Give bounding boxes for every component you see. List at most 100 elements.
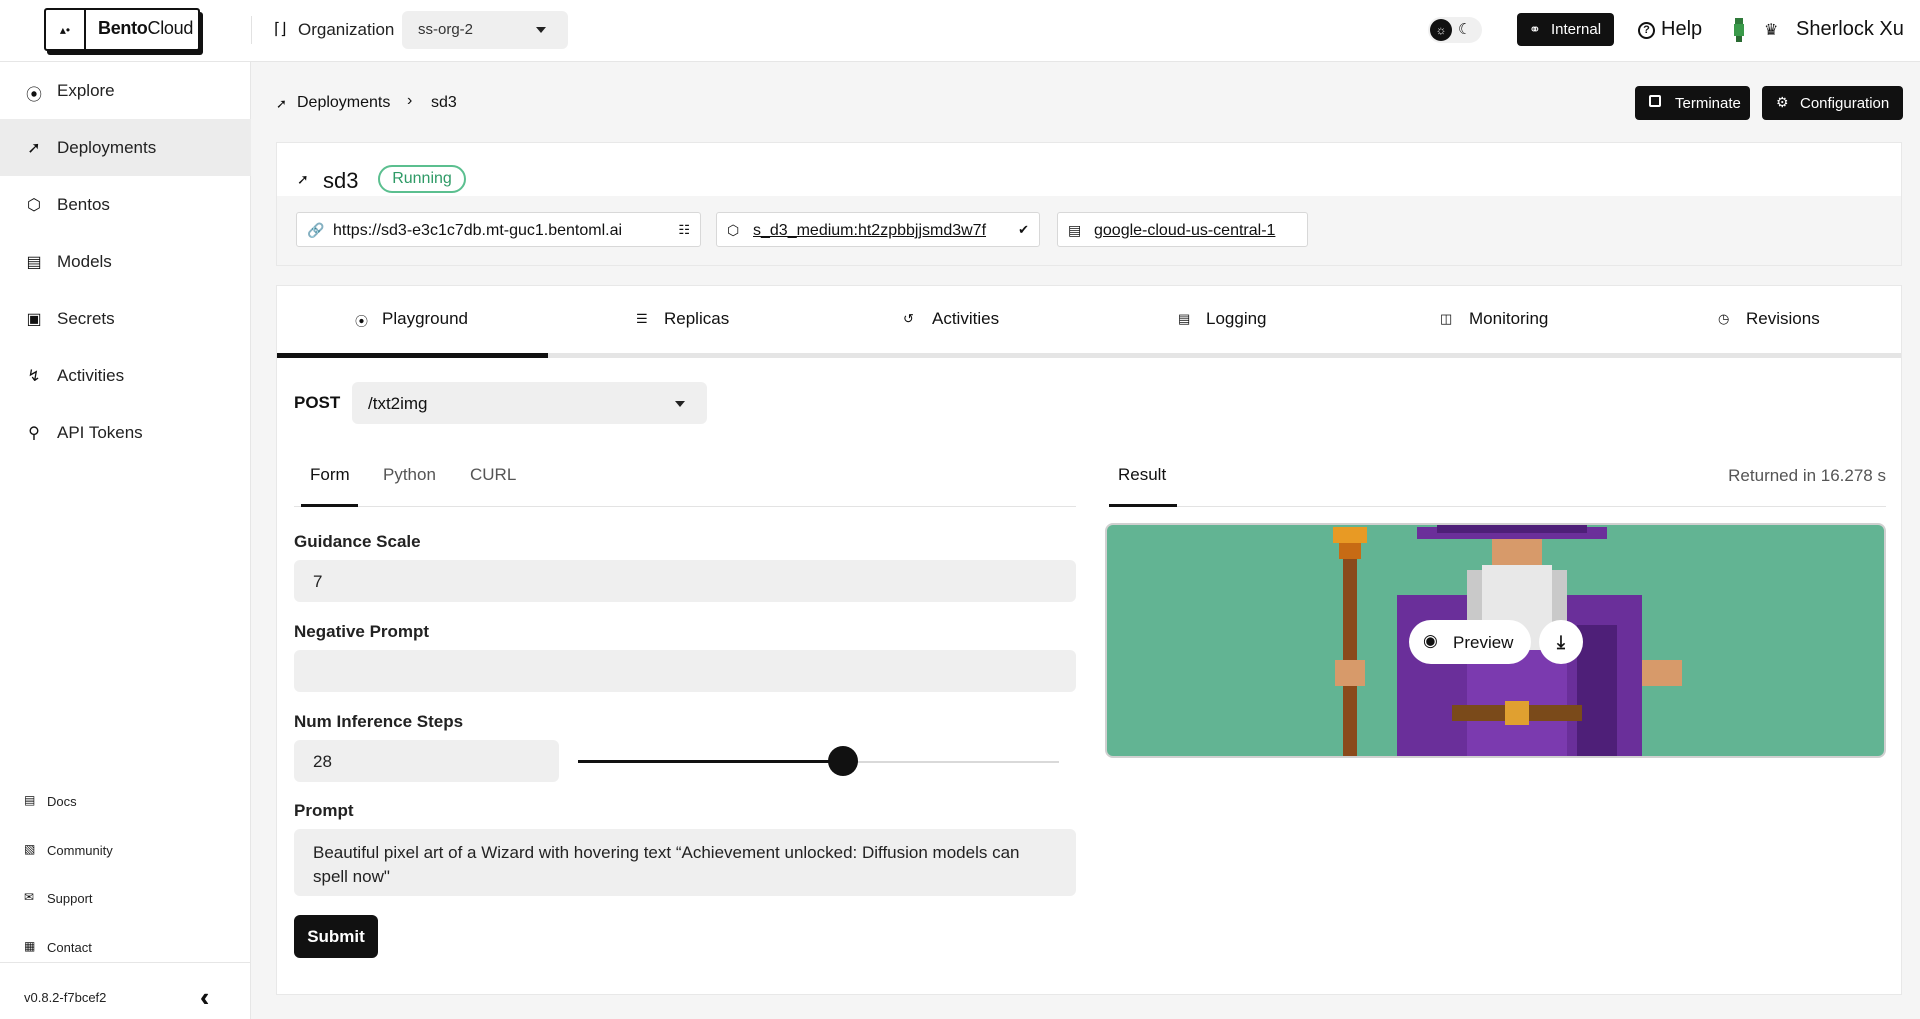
response-time: Returned in 16.278 s [1728, 466, 1886, 485]
crown-icon: ♛ [1764, 22, 1779, 39]
internal-button[interactable]: ⚭ Internal [1517, 13, 1614, 46]
sidebar-item-api-tokens[interactable]: ⚲ API Tokens [0, 404, 251, 461]
tab-revisions[interactable]: ◷ Revisions [1632, 286, 1902, 358]
tab-label: Monitoring [1469, 309, 1549, 328]
prompt-input[interactable]: Beautiful pixel art of a Wizard with hov… [294, 829, 1076, 896]
secret-icon: ▣ [26, 311, 42, 328]
verified-icon: ✔ [1018, 222, 1029, 237]
guidance-scale-label: Guidance Scale [294, 532, 421, 551]
bento-chip[interactable]: ⬡ s_d3_medium:ht2zpbbjjsmd3w7f ✔ [716, 212, 1040, 247]
result-tab[interactable]: Result [1118, 465, 1166, 485]
sidebar-item-label: Bentos [57, 195, 110, 214]
breadcrumb-deployments[interactable]: Deployments [297, 94, 390, 112]
tab-activities[interactable]: ↺ Activities [819, 286, 1089, 358]
endpoint-url-chip[interactable]: 🔗 https://sd3-e3c1c7db.mt-guc1.bentoml.a… [296, 212, 701, 247]
terminate-button[interactable]: Terminate [1635, 86, 1750, 120]
topbar-divider [251, 16, 252, 44]
http-method: POST [294, 393, 341, 412]
download-icon[interactable]: ⤓ [1539, 620, 1583, 664]
inference-steps-slider[interactable] [578, 746, 1059, 776]
log-icon: ▤ [1178, 311, 1191, 326]
footer-label: Contact [47, 940, 92, 955]
user-name[interactable]: Sherlock Xu [1796, 18, 1904, 41]
footer-label: Community [47, 843, 113, 858]
bento-tag[interactable]: s_d3_medium:ht2zpbbjjsmd3w7f [753, 222, 986, 240]
sidebar-item-label: Models [57, 252, 112, 271]
tab-playground[interactable]: ⦿ Playground [277, 286, 547, 358]
configuration-label: Configuration [1800, 95, 1890, 112]
inference-steps-input[interactable]: 28 [294, 740, 559, 782]
endpoint-url[interactable]: https://sd3-e3c1c7db.mt-guc1.bentoml.ai [333, 222, 622, 240]
tab-label: Replicas [664, 309, 730, 328]
tab-replicas[interactable]: ☰ Replicas [548, 286, 818, 358]
negative-prompt-input[interactable] [294, 650, 1076, 692]
box-icon: ⬡ [727, 222, 740, 238]
sidebar-item-secrets[interactable]: ▣ Secrets [0, 290, 251, 347]
subtab-form[interactable]: Form [310, 448, 360, 507]
sidebar-divider [0, 962, 251, 963]
rocket-icon: ➚ [27, 140, 41, 157]
sidebar-item-models[interactable]: ▤ Models [0, 233, 251, 290]
sidebar-item-label: Deployments [57, 138, 157, 157]
subtab-curl[interactable]: CURL [470, 448, 520, 507]
prompt-label: Prompt [294, 801, 354, 820]
preview-label: Preview [1453, 633, 1514, 652]
tab-logging[interactable]: ▤ Logging [1090, 286, 1360, 358]
tab-label: Logging [1206, 309, 1267, 328]
cluster-chip[interactable]: ▤ google-cloud-us-central-1 [1057, 212, 1308, 247]
key-icon: ⚲ [28, 425, 40, 442]
bell-icon: ⚭ [1529, 21, 1541, 37]
theme-toggle[interactable]: ☼ ☾ [1428, 17, 1482, 43]
tab-label: Activities [932, 309, 1000, 328]
collapse-sidebar-icon[interactable]: ‹‹ [200, 982, 212, 1013]
tab-label: Playground [382, 309, 469, 328]
brand-bold: Bento [98, 18, 148, 38]
sidebar-item-deployments[interactable]: ➚ Deployments [0, 119, 251, 176]
organization-icon: ⌈⌋ [274, 21, 287, 38]
slider-handle[interactable] [827, 746, 858, 776]
sidebar-item-activities[interactable]: ↯ Activities [0, 347, 251, 404]
inference-steps-label: Num Inference Steps [294, 712, 464, 731]
sidebar-footer-community[interactable]: ▧ Community [0, 835, 251, 865]
deployment-name: sd3 [323, 168, 359, 193]
gear-icon: ⚙ [1776, 94, 1789, 110]
history-icon: ↺ [903, 311, 914, 326]
endpoint-select[interactable]: /txt2img [352, 382, 707, 424]
app-version: v0.8.2-f7bcef2 [24, 990, 107, 1005]
configuration-button[interactable]: ⚙ Configuration [1762, 86, 1903, 120]
bentocloud-logo[interactable]: ▴• BentoCloud [44, 8, 200, 51]
preview-button[interactable]: ◉ Preview [1409, 620, 1531, 664]
copy-icon[interactable]: ☷ [678, 222, 690, 238]
sidebar-item-explore[interactable]: ⦿ Explore [0, 62, 251, 119]
brand-rest: Cloud [147, 18, 194, 38]
submit-button[interactable]: Submit [294, 915, 378, 958]
avatar[interactable] [1730, 16, 1748, 44]
sidebar-item-label: API Tokens [57, 423, 143, 442]
doc-icon: ▤ [24, 793, 36, 807]
guidance-scale-input[interactable]: 7 [294, 560, 1076, 602]
rocket-icon: ➚ [276, 96, 287, 111]
subtab-python[interactable]: Python [383, 448, 443, 507]
file-icon: ▤ [26, 254, 42, 271]
active-tab-indicator [277, 353, 548, 358]
sidebar-footer-contact[interactable]: ▦ Contact [0, 932, 251, 962]
help-link[interactable]: ? Help [1638, 18, 1702, 41]
internal-label: Internal [1551, 21, 1602, 38]
sidebar-footer-docs[interactable]: ▤ Docs [0, 786, 251, 816]
deployment-header-card: ➚ sd3 Running 🔗 https://sd3-e3c1c7db.mt-… [276, 142, 1902, 266]
tab-monitoring[interactable]: ◫ Monitoring [1361, 286, 1631, 358]
cluster-name[interactable]: google-cloud-us-central-1 [1094, 222, 1275, 240]
status-badge: Running [378, 165, 466, 193]
result-image[interactable]: ◉ Preview ⤓ [1105, 523, 1886, 758]
breadcrumb-current: sd3 [431, 94, 457, 111]
moon-icon[interactable]: ☾ [1458, 20, 1471, 38]
slider-fill [578, 760, 843, 763]
sun-icon[interactable]: ☼ [1430, 19, 1452, 41]
organization-select[interactable]: ss-org-2 [402, 11, 568, 49]
chevron-down-icon [536, 27, 546, 33]
sidebar-item-bentos[interactable]: ⬡ Bentos [0, 176, 251, 233]
negative-prompt-label: Negative Prompt [294, 622, 430, 641]
help-label: Help [1661, 18, 1703, 40]
broadcast-icon: ⦿ [355, 314, 369, 329]
sidebar-footer-support[interactable]: ✉ Support [0, 883, 251, 913]
